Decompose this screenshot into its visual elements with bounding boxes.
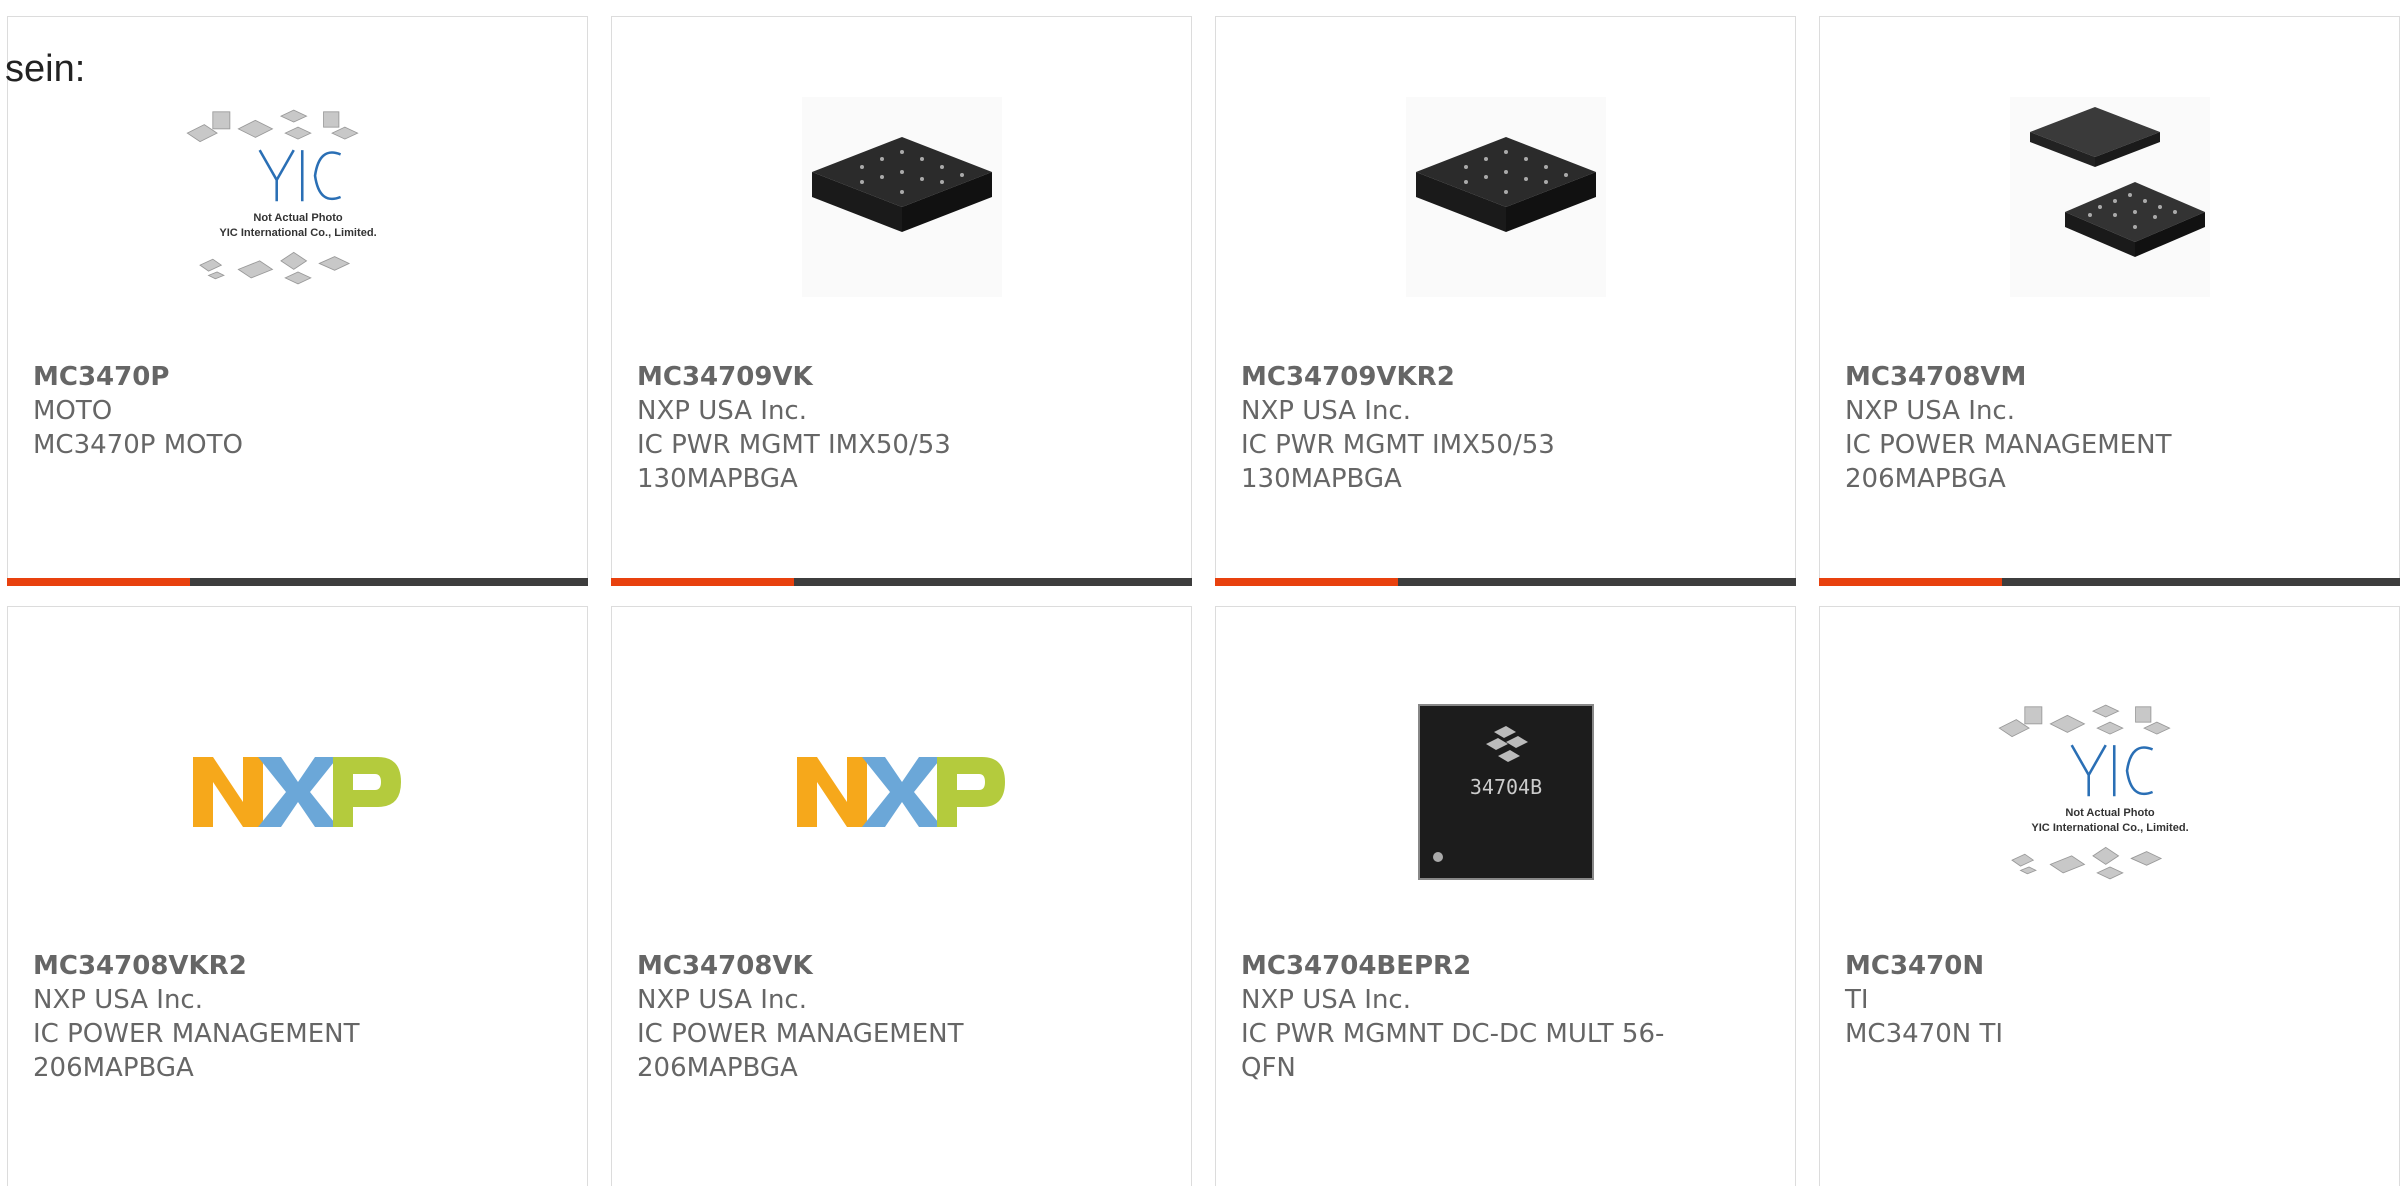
part-number[interactable]: MC34709VKR2 [1241, 360, 1775, 394]
placeholder-line2: YIC International Co., Limited. [219, 227, 376, 239]
product-card[interactable]: MC34708VM NXP USA Inc. IC POWER MANAGEME… [1819, 16, 2400, 586]
product-image-placeholder[interactable]: Not Actual Photo YIC International Co., … [183, 82, 413, 312]
product-card[interactable]: MC34708VKR2 NXP USA Inc. IC POWER MANAGE… [7, 606, 588, 1186]
part-number[interactable]: MC34708VM [1845, 360, 2379, 394]
product-info: MC34708VM NXP USA Inc. IC POWER MANAGEME… [1845, 360, 2379, 496]
prefix-text: sein: [5, 48, 86, 90]
product-image[interactable] [787, 82, 1017, 312]
description: MC3470N TI [1845, 1019, 2004, 1049]
manufacturer: NXP USA Inc. [1241, 396, 1411, 426]
manufacturer: NXP USA Inc. [637, 985, 807, 1015]
product-card[interactable]: MC34708VK NXP USA Inc. IC POWER MANAGEME… [611, 606, 1192, 1186]
product-info: MC34709VK NXP USA Inc. IC PWR MGMT IMX50… [637, 360, 1171, 496]
description: IC PWR MGMNT DC-DC MULT 56-QFN [1241, 1019, 1665, 1083]
product-card[interactable]: Not Actual Photo YIC International Co., … [7, 16, 588, 586]
manufacturer: TI [1845, 985, 1869, 1015]
description: IC POWER MANAGEMENT 206MAPBGA [637, 1019, 964, 1083]
product-image[interactable]: 34704B [1391, 677, 1621, 907]
product-info: MC3470P MOTO MC3470P MOTO [33, 360, 567, 462]
placeholder-line1: Not Actual Photo [253, 212, 343, 224]
product-info: MC34709VKR2 NXP USA Inc. IC PWR MGMT IMX… [1241, 360, 1775, 496]
product-card[interactable]: MC34709VK NXP USA Inc. IC PWR MGMT IMX50… [611, 16, 1192, 586]
product-card[interactable]: 34704B MC34704BEPR2 NXP USA Inc. IC PWR … [1215, 606, 1796, 1186]
part-number[interactable]: MC34708VKR2 [33, 949, 567, 983]
product-image[interactable] [1391, 82, 1621, 312]
product-info: MC34708VKR2 NXP USA Inc. IC POWER MANAGE… [33, 949, 567, 1085]
card-bar [7, 578, 588, 586]
product-info: MC34708VK NXP USA Inc. IC POWER MANAGEME… [637, 949, 1171, 1085]
product-image[interactable] [1995, 82, 2225, 312]
description: IC POWER MANAGEMENT 206MAPBGA [33, 1019, 360, 1083]
manufacturer: NXP USA Inc. [33, 985, 203, 1015]
description: IC PWR MGMT IMX50/53 130MAPBGA [1241, 430, 1555, 494]
part-number[interactable]: MC3470N [1845, 949, 2379, 983]
part-number[interactable]: MC34704BEPR2 [1241, 949, 1775, 983]
nxp-logo-icon[interactable] [787, 677, 1017, 907]
card-bar [611, 578, 1192, 586]
part-number[interactable]: MC3470P [33, 360, 567, 394]
product-info: MC34704BEPR2 NXP USA Inc. IC PWR MGMNT D… [1241, 949, 1775, 1085]
description: IC PWR MGMT IMX50/53 130MAPBGA [637, 430, 951, 494]
description: MC3470P MOTO [33, 430, 243, 460]
card-bar [1819, 578, 2400, 586]
manufacturer: NXP USA Inc. [637, 396, 807, 426]
manufacturer: MOTO [33, 396, 113, 426]
description: IC POWER MANAGEMENT 206MAPBGA [1845, 430, 2172, 494]
product-card[interactable]: MC34709VKR2 NXP USA Inc. IC PWR MGMT IMX… [1215, 16, 1796, 586]
manufacturer: NXP USA Inc. [1241, 985, 1411, 1015]
nxp-logo-icon[interactable] [183, 677, 413, 907]
product-image-placeholder[interactable]: Not Actual Photo YIC International Co., … [1995, 677, 2225, 907]
product-info: MC3470N TI MC3470N TI [1845, 949, 2379, 1051]
product-card[interactable]: Not Actual Photo YIC International Co., … [1819, 606, 2400, 1186]
qfn-marking: 34704B [1469, 775, 1541, 799]
part-number[interactable]: MC34708VK [637, 949, 1171, 983]
part-number[interactable]: MC34709VK [637, 360, 1171, 394]
placeholder-line2: YIC International Co., Limited. [2031, 822, 2188, 834]
manufacturer: NXP USA Inc. [1845, 396, 2015, 426]
placeholder-line1: Not Actual Photo [2065, 807, 2155, 819]
card-bar [1215, 578, 1796, 586]
